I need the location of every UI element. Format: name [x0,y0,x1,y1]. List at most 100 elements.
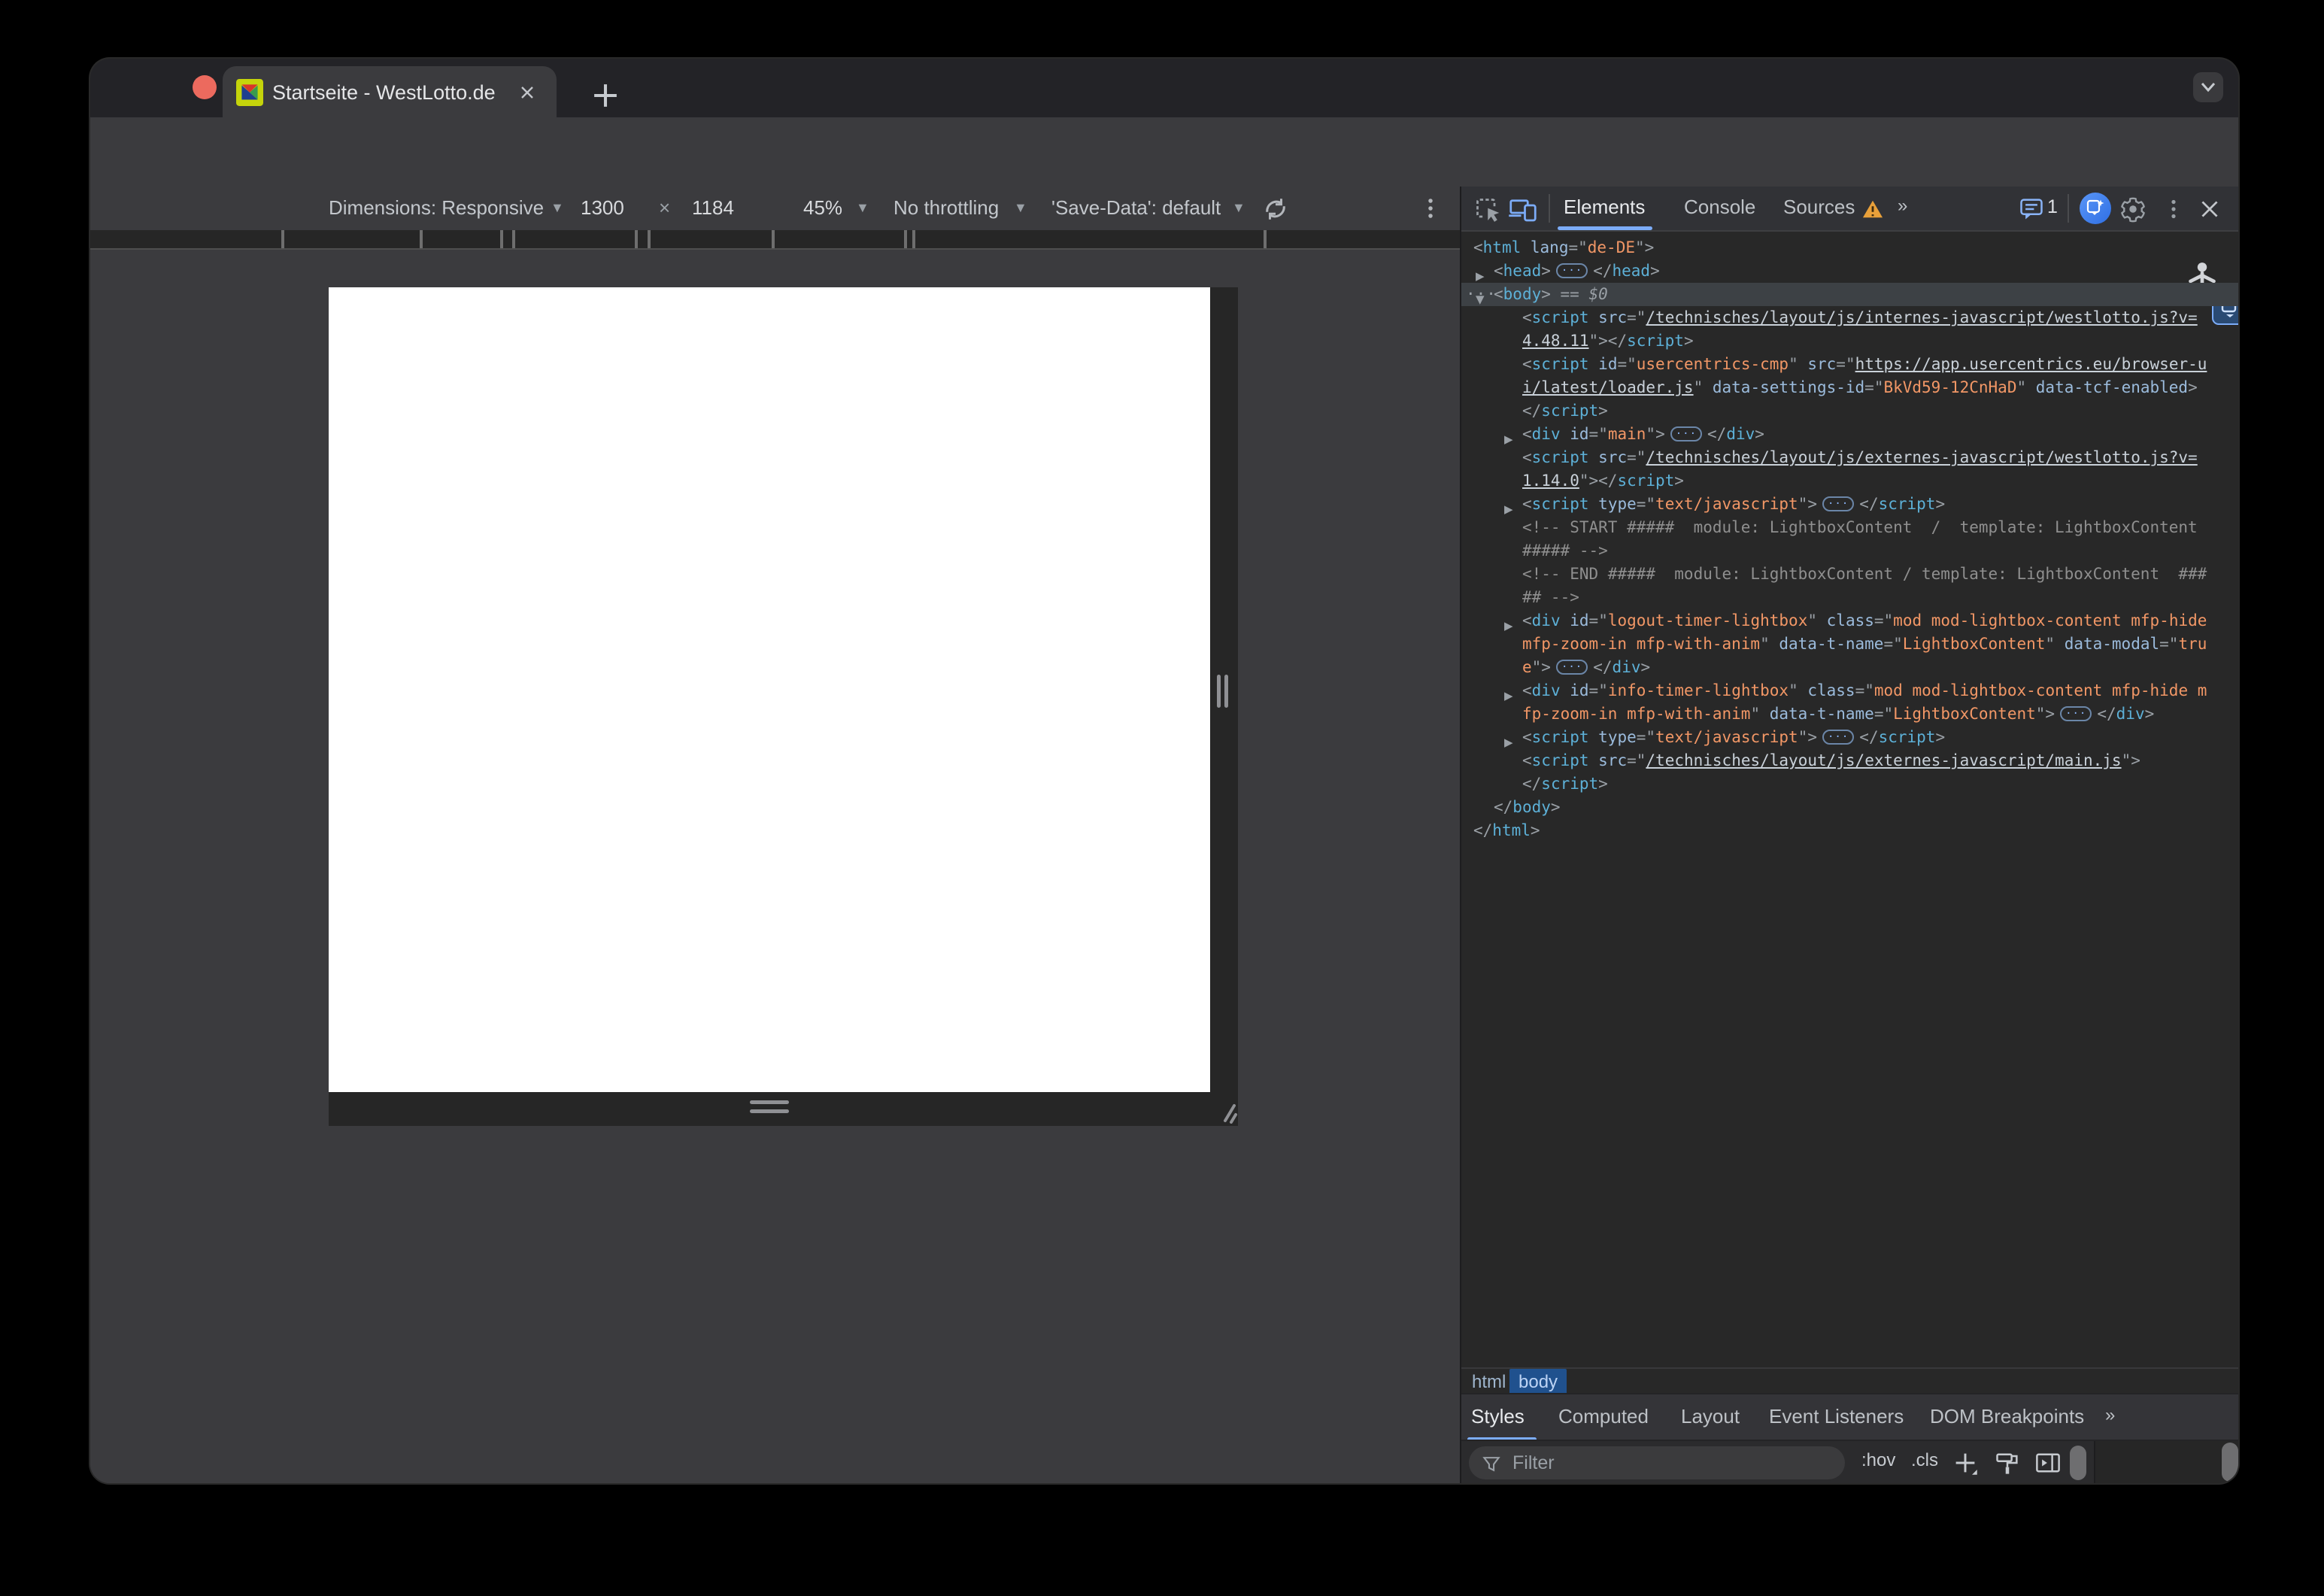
dom-tree-line[interactable]: <script src="/technisches/layout/js/exte… [1461,446,2238,469]
dom-tree-line[interactable]: ▶ <script type="text/javascript"> ··· </scr… [1461,726,2238,749]
code-token: div [1531,425,1561,443]
media-query-divider[interactable] [912,230,915,248]
inline-expand-button[interactable]: ··· [1555,263,1588,278]
media-query-divider[interactable] [648,230,651,248]
zoom-select[interactable]: 45% [803,196,842,220]
dom-tree-line[interactable]: ▶ <div id="info-timer-lightbox" class="mo… [1461,679,2238,702]
dom-tree-line[interactable]: ##### --> [1461,539,2238,563]
media-query-divider[interactable] [904,230,907,248]
devtools-scrollbar-thumb[interactable] [2222,1443,2238,1482]
code-token: mod mod-lightbox-content mfp-hide m [1873,681,2207,699]
styles-filter-input[interactable] [1511,1450,1830,1476]
tab-dom-breakpoints[interactable]: DOM Breakpoints [1930,1405,2084,1428]
device-toolbar-toggle-button[interactable] [1508,194,1538,224]
media-query-divider[interactable] [1264,230,1267,248]
dom-tree-line[interactable]: mfp-zoom-in mfp-with-anim" data-t-name="… [1461,633,2238,656]
dom-tree-line[interactable]: 4.48.11"></script> [1461,329,2238,353]
inline-expand-button[interactable]: ··· [1822,730,1855,745]
inspect-element-button[interactable] [1472,194,1502,224]
media-query-divider[interactable] [500,230,503,248]
device-toolbar-menu-button[interactable] [1415,193,1446,223]
inline-expand-button[interactable]: ··· [1822,496,1855,511]
issues-icon[interactable] [2018,196,2045,223]
media-query-bar[interactable] [90,230,1460,250]
dom-tree-line[interactable]: </body> [1461,796,2238,819]
dom-tree-line[interactable]: </html> [1461,819,2238,842]
more-panels-button[interactable]: » [1898,196,1907,217]
media-query-divider[interactable] [635,230,638,248]
media-query-divider[interactable] [420,230,423,248]
more-sidebar-tabs-button[interactable]: » [2105,1405,2115,1426]
dom-tree-line[interactable]: ▶ <script type="text/javascript"> ··· </scr… [1461,493,2238,516]
dom-tree-line[interactable]: ▶ <head> ··· </head> [1461,259,2238,283]
dom-tree-line[interactable]: 1.14.0"></script> [1461,469,2238,493]
dom-tree-line[interactable]: </script> [1461,772,2238,796]
code-token: " [1789,681,1808,699]
devtools-close-button[interactable] [2197,196,2222,222]
styles-scrollbar-thumb[interactable] [2070,1446,2086,1480]
viewport-height-field[interactable]: 1184 [692,196,734,220]
dom-tree-line[interactable]: ▶ <div id="main"> ··· </div> [1461,423,2238,446]
inline-expand-button[interactable]: ··· [1670,426,1703,441]
viewport-resize-handle-right[interactable] [1217,675,1221,708]
issues-count[interactable]: 1 [2047,196,2058,218]
viewport-resize-handle-right[interactable] [1224,675,1228,708]
ai-assistance-button[interactable] [2080,193,2111,224]
dimensions-select[interactable]: Dimensions: Responsive [329,196,544,220]
dom-tree-line[interactable]: ▶ <div id="logout-timer-lightbox" class="… [1461,609,2238,633]
media-query-divider[interactable] [281,230,284,248]
rotate-viewport-button[interactable] [1261,194,1291,224]
tab-console[interactable]: Console [1684,196,1755,219]
dom-tree-line[interactable]: e"> ··· </div> [1461,656,2238,679]
dom-tree-line[interactable]: <script src="/technisches/layout/js/exte… [1461,749,2238,772]
settings-gear-button[interactable] [2119,195,2147,223]
toggle-sidebar-panel-button[interactable] [2034,1449,2062,1476]
viewport-width-field[interactable]: 1300 [581,196,624,220]
code-token: =" [1627,751,1646,769]
toggle-element-state-button[interactable]: :hov [1861,1450,1895,1471]
devtools-menu-button[interactable] [2159,195,2188,223]
code-token: > [1550,798,1561,816]
dom-tree-line[interactable]: fp-zoom-in mfp-with-anim" data-t-name="L… [1461,702,2238,726]
element-classes-button[interactable]: .cls [1911,1450,1938,1471]
dom-tree-line[interactable]: <!-- START ##### module: LightboxContent… [1461,516,2238,539]
window-close-button[interactable] [193,75,217,99]
dom-tree-line[interactable]: <script id="usercentrics-cmp" src="https… [1461,353,2238,376]
dom-tree-line[interactable]: ··· ▼ <body> == $0 [1461,283,2238,306]
media-query-divider[interactable] [512,230,515,248]
breadcrumb-html[interactable]: html [1472,1372,1506,1393]
viewport-resize-handle-bottom[interactable] [750,1109,789,1113]
code-token: > [1935,495,1946,513]
inline-expand-button[interactable]: ··· [1555,660,1588,675]
code-token: e [1522,658,1532,676]
tab-event-listeners[interactable]: Event Listeners [1769,1405,1904,1428]
media-query-divider[interactable] [772,230,775,248]
save-data-select[interactable]: 'Save-Data': default [1051,196,1221,220]
viewport-resize-handle-corner[interactable] [1210,1095,1237,1124]
rendering-brush-button[interactable] [1994,1449,2021,1476]
dom-tree-line[interactable]: <script src="/technisches/layout/js/inte… [1461,306,2238,329]
dom-tree-line[interactable]: ## --> [1461,586,2238,609]
styles-filter-pill [1469,1446,1845,1479]
code-token: script [1531,495,1589,513]
tab-sources[interactable]: Sources [1783,196,1855,219]
page-viewport[interactable] [329,287,1210,1092]
tab-elements[interactable]: Elements [1564,196,1645,219]
breadcrumb-body[interactable]: body [1509,1369,1567,1396]
new-style-rule-button[interactable] [1952,1449,1979,1476]
dom-tree-line[interactable]: <!-- END ##### module: LightboxContent /… [1461,563,2238,586]
tab-styles[interactable]: Styles [1471,1405,1525,1428]
inline-expand-button[interactable]: ··· [2060,706,2092,721]
dom-tree-line[interactable]: </script> [1461,399,2238,423]
throttling-select[interactable]: No throttling [893,196,999,220]
code-token: script [1878,728,1936,746]
dom-tree-line[interactable]: <html lang="de-DE"> [1461,236,2238,259]
tab-computed[interactable]: Computed [1558,1405,1649,1428]
tab-close-icon[interactable] [519,84,535,101]
dom-tree-line[interactable]: i/latest/loader.js" data-settings-id="Bk… [1461,376,2238,399]
tab-search-button[interactable] [2193,72,2223,102]
tab-layout[interactable]: Layout [1681,1405,1740,1428]
new-tab-button[interactable] [584,74,627,117]
browser-tab[interactable]: Startseite - WestLotto.de [223,66,557,117]
viewport-resize-handle-bottom[interactable] [750,1100,789,1104]
